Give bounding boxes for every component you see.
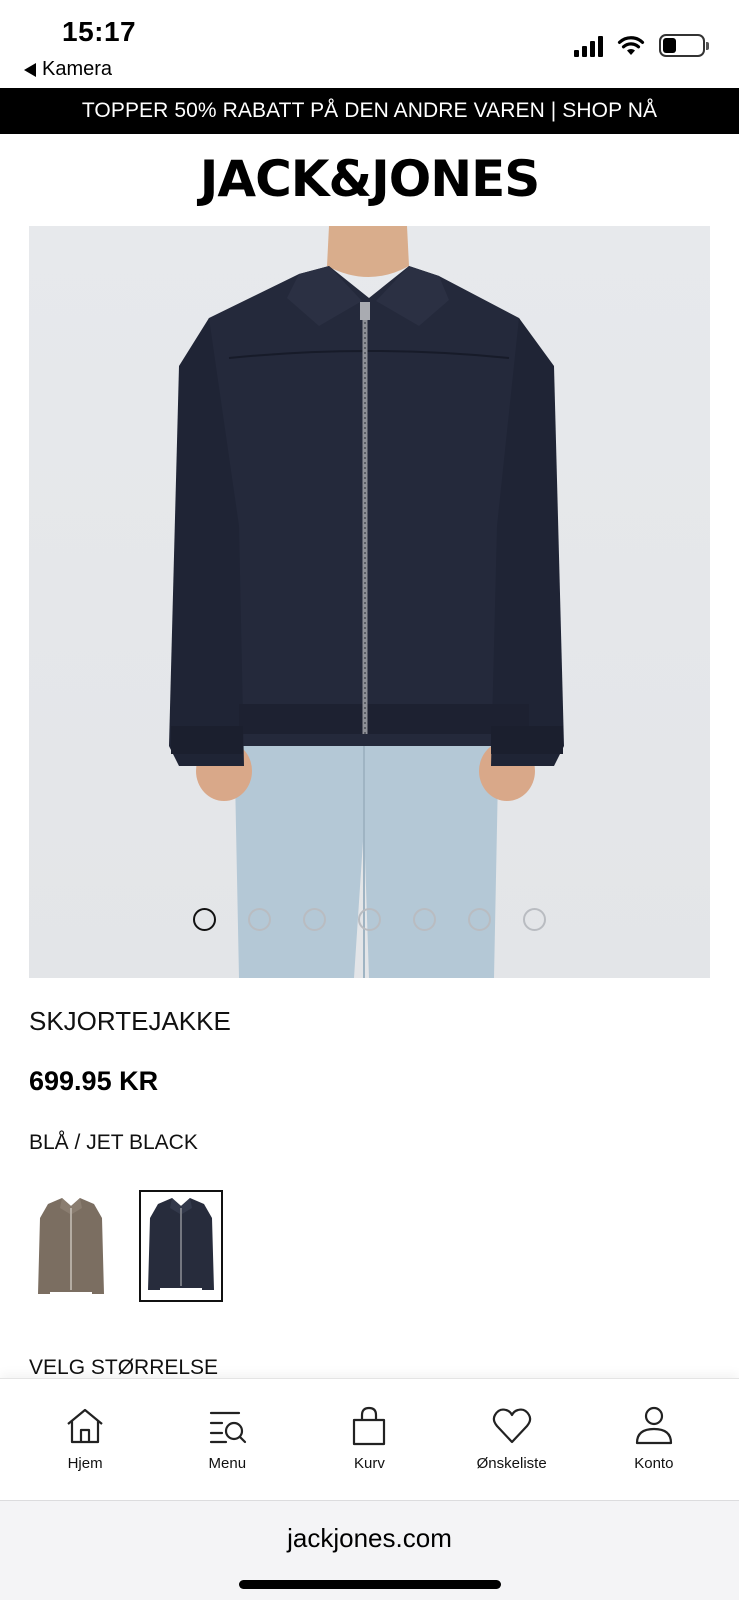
promo-banner[interactable]: TOPPER 50% RABATT PÅ DEN ANDRE VAREN | S… xyxy=(0,88,739,134)
size-section-title[interactable]: VELG STØRRELSE xyxy=(29,1356,218,1380)
navy-jacket-thumbnail xyxy=(148,1198,214,1290)
bottom-navigation: Hjem Menu Kurv Ønskeliste Konto xyxy=(0,1378,739,1500)
brown-jacket-thumbnail xyxy=(38,1198,104,1294)
menu-search-icon xyxy=(210,1411,247,1444)
gallery-dot[interactable] xyxy=(193,908,216,931)
gallery-pagination xyxy=(29,908,710,931)
wifi-icon xyxy=(617,35,645,55)
status-icons xyxy=(574,34,709,57)
product-image xyxy=(169,226,564,978)
cellular-signal-icon xyxy=(574,35,603,57)
back-app-label: Kamera xyxy=(42,58,113,80)
nav-item-menu[interactable]: Menu xyxy=(162,1379,292,1500)
nav-label-menu: Menu xyxy=(208,1455,247,1472)
product-price: 699.95 KR xyxy=(29,1066,159,1096)
browser-url-bar[interactable]: jackjones.com xyxy=(0,1500,739,1600)
gallery-dot[interactable] xyxy=(413,908,436,931)
nav-item-cart[interactable]: Kurv xyxy=(304,1379,434,1500)
nav-label-wishlist: Ønskeliste xyxy=(476,1455,547,1472)
nav-label-home: Hjem xyxy=(67,1455,103,1472)
color-swatch-brown[interactable] xyxy=(29,1190,113,1302)
nav-item-wishlist[interactable]: Ønskeliste xyxy=(447,1379,577,1500)
bag-icon xyxy=(353,1406,386,1446)
home-icon xyxy=(67,1408,103,1444)
gallery-dot[interactable] xyxy=(523,908,546,931)
nav-item-account[interactable]: Konto xyxy=(589,1379,719,1500)
product-color-name: BLÅ / JET BLACK xyxy=(29,1131,198,1154)
gallery-dot[interactable] xyxy=(468,908,491,931)
status-bar: 15:17 Kamera xyxy=(0,0,739,88)
status-time: 15:17 xyxy=(62,16,137,47)
nav-label-account: Konto xyxy=(634,1455,674,1472)
color-swatches xyxy=(29,1190,223,1302)
nav-label-cart: Kurv xyxy=(354,1455,385,1472)
nav-item-home[interactable]: Hjem xyxy=(20,1379,150,1500)
product-image-gallery[interactable] xyxy=(29,226,710,978)
heart-icon xyxy=(492,1408,531,1444)
battery-icon xyxy=(659,34,709,57)
color-swatch-navy[interactable] xyxy=(139,1190,223,1302)
back-arrow-icon xyxy=(24,62,36,77)
user-icon xyxy=(635,1406,672,1445)
gallery-dot[interactable] xyxy=(303,908,326,931)
back-to-app-link[interactable]: Kamera xyxy=(24,58,112,81)
gallery-dot[interactable] xyxy=(248,908,271,931)
gallery-dot[interactable] xyxy=(358,908,381,931)
promo-text: TOPPER 50% RABATT PÅ DEN ANDRE VAREN | S… xyxy=(81,99,658,122)
url-text: jackjones.com xyxy=(287,1523,452,1553)
brand-logo[interactable]: JACK&JONES xyxy=(0,150,739,208)
home-indicator[interactable] xyxy=(239,1580,501,1589)
product-name: SKJORTEJAKKE xyxy=(29,1006,231,1036)
